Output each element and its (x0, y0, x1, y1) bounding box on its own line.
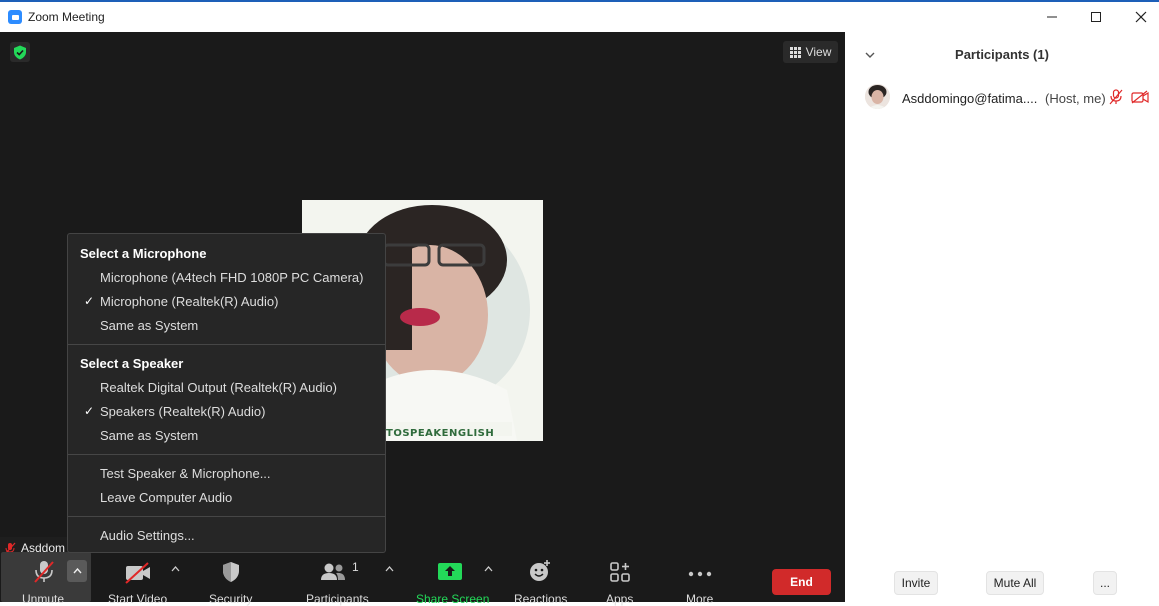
leave-computer-audio-item[interactable]: Leave Computer Audio (100, 490, 232, 505)
microphone-option-same-as-system[interactable]: Same as System (100, 318, 198, 333)
speaker-option-realtek-digital[interactable]: Realtek Digital Output (Realtek(R) Audio… (100, 380, 337, 395)
check-icon: ✓ (84, 294, 95, 308)
participants-panel: Participants (1) Asddomingo@fatima.... (… (845, 32, 1159, 602)
view-label: View (805, 45, 832, 59)
microphone-section-header: Select a Microphone (80, 246, 207, 261)
participant-name: Asddomingo@fatima.... (902, 91, 1038, 106)
maximize-button[interactable] (1073, 2, 1119, 32)
share-options-chevron-icon[interactable] (484, 566, 493, 572)
participant-avatar-image (865, 84, 890, 109)
start-video-button[interactable]: Start Video (100, 556, 175, 606)
menu-divider (68, 344, 385, 345)
window-title: Zoom Meeting (28, 10, 105, 24)
test-speaker-microphone-item[interactable]: Test Speaker & Microphone... (100, 466, 271, 481)
participants-count: 1 (352, 560, 359, 574)
more-dots-icon (688, 571, 712, 577)
participants-options-chevron-icon[interactable] (385, 566, 394, 572)
minimize-button[interactable] (1029, 2, 1075, 32)
apps-label: Apps (606, 592, 634, 606)
close-icon (1135, 11, 1147, 23)
menu-divider (68, 454, 385, 455)
muted-microphone-icon (34, 561, 54, 583)
security-button[interactable]: Security (200, 556, 262, 606)
apps-button[interactable]: Apps (600, 556, 640, 606)
video-options-chevron-icon[interactable] (171, 566, 180, 572)
end-meeting-button[interactable]: End (772, 569, 831, 595)
minimize-icon (1047, 16, 1057, 18)
participants-button[interactable]: 1 Participants (300, 556, 375, 606)
participant-video-off-icon[interactable] (1131, 90, 1149, 104)
chevron-up-icon (72, 568, 82, 574)
unmute-label: Unmute (22, 592, 65, 606)
more-button[interactable]: More (680, 556, 720, 606)
audio-options-caret[interactable] (67, 560, 87, 582)
speaker-option-realtek-speakers[interactable]: Speakers (Realtek(R) Audio) (100, 404, 265, 419)
microphone-option-realtek[interactable]: Microphone (Realtek(R) Audio) (100, 294, 278, 309)
view-button[interactable]: View (783, 41, 838, 63)
more-label: More (686, 592, 714, 606)
zoom-app-icon (8, 10, 22, 24)
reactions-label: Reactions (514, 592, 568, 606)
video-off-icon (124, 562, 150, 584)
share-screen-label: Share Screen (416, 592, 490, 606)
meeting-toolbar: Unmute Start Video Security 1 Participan… (0, 552, 845, 606)
more-options-button[interactable]: ... (1093, 571, 1117, 595)
menu-divider (68, 516, 385, 517)
security-shield-icon (223, 562, 239, 582)
share-screen-button[interactable]: Share Screen (410, 556, 490, 606)
participants-icon (320, 563, 345, 580)
invite-button[interactable]: Invite (894, 571, 938, 595)
encryption-shield-button[interactable] (10, 42, 30, 62)
reactions-button[interactable]: Reactions (510, 556, 570, 606)
avatar (865, 84, 890, 109)
apps-icon (610, 562, 630, 582)
avatar-watermark-text: TOSPEAKENGLISH (386, 428, 495, 439)
security-label: Security (209, 592, 253, 606)
shield-icon (14, 45, 26, 59)
participant-muted-mic-icon[interactable] (1109, 89, 1123, 105)
participant-row[interactable]: Asddomingo@fatima.... (Host, me) (845, 82, 1159, 112)
participants-panel-title: Participants (1) (955, 47, 1049, 62)
grid-icon (789, 46, 801, 58)
start-video-label: Start Video (108, 592, 168, 606)
maximize-icon (1091, 12, 1101, 22)
participant-role: (Host, me) (1045, 91, 1106, 106)
speaker-option-same-as-system[interactable]: Same as System (100, 428, 198, 443)
title-bar: Zoom Meeting (0, 2, 1159, 32)
microphone-option-a4tech[interactable]: Microphone (A4tech FHD 1080P PC Camera) (100, 270, 364, 285)
audio-settings-item[interactable]: Audio Settings... (100, 528, 195, 543)
speaker-section-header: Select a Speaker (80, 356, 184, 371)
audio-options-menu: Select a Microphone Microphone (A4tech F… (67, 233, 386, 553)
participants-label: Participants (306, 592, 369, 606)
check-icon: ✓ (84, 404, 95, 418)
reactions-smiley-icon (530, 560, 550, 581)
close-button[interactable] (1118, 2, 1159, 32)
share-screen-icon (438, 563, 462, 580)
mute-all-button[interactable]: Mute All (986, 571, 1044, 595)
